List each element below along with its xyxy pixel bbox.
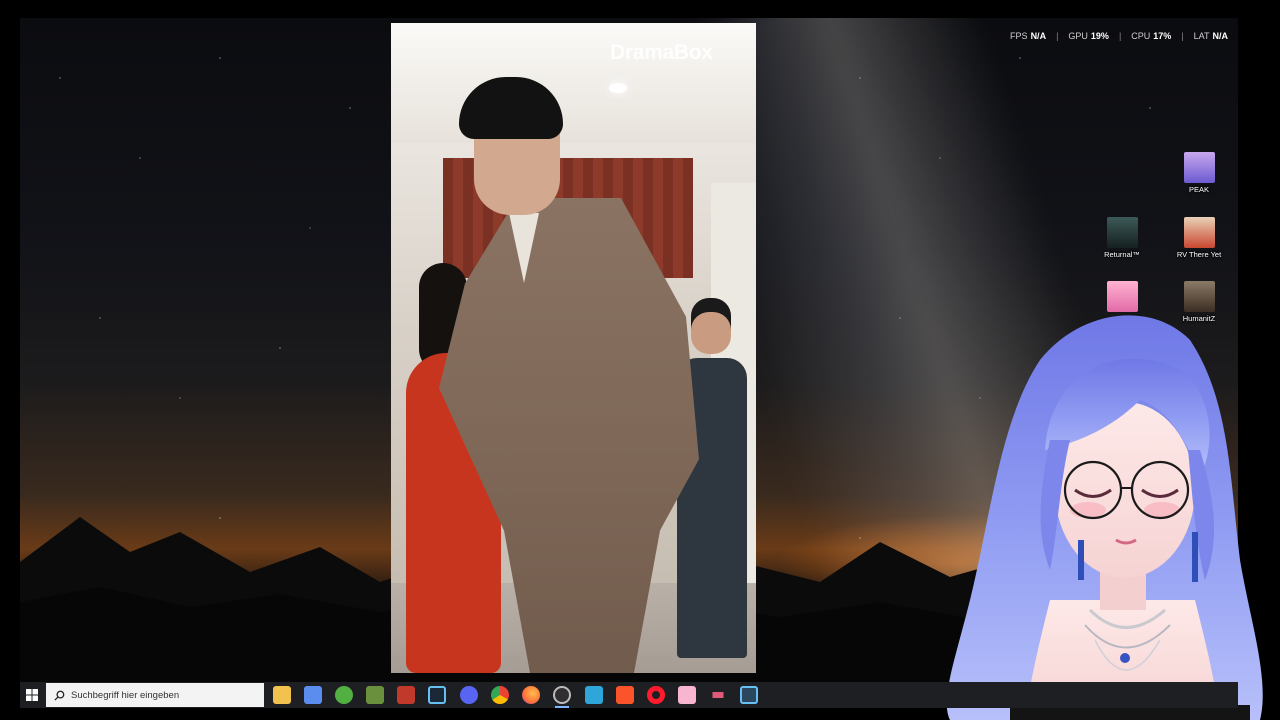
vtuber-avatar	[946, 315, 1263, 720]
fps-readout: FPS N/A	[1010, 31, 1047, 41]
minecraft-icon[interactable]	[366, 686, 384, 704]
obs-icon[interactable]	[553, 686, 571, 708]
performance-overlay: FPS N/A | GPU 19% | CPU 17% | LAT N/A	[1010, 31, 1228, 41]
taskbar: Suchbegriff hier eingeben	[20, 682, 1238, 708]
steam-alt-icon[interactable]	[740, 686, 758, 704]
returnal-game-icon	[1106, 217, 1138, 248]
taskbar-search-box[interactable]: Suchbegriff hier eingeben	[46, 683, 264, 707]
desktop-icon-returnal[interactable]: Returnal™	[1091, 217, 1153, 259]
steam-icon[interactable]	[428, 686, 446, 704]
tool-icon[interactable]	[585, 686, 603, 704]
file-explorer-icon[interactable]	[273, 686, 291, 704]
search-placeholder: Suchbegriff hier eingeben	[71, 689, 180, 701]
latency-readout: LAT N/A	[1193, 31, 1228, 41]
search-icon	[54, 690, 65, 701]
cpu-readout: CPU 17%	[1131, 31, 1172, 41]
brave-icon[interactable]	[616, 686, 634, 704]
firefox-icon[interactable]	[522, 686, 540, 704]
screen: DramaBox FPS N/A | GPU 19% | CPU 17% | LAT N…	[0, 0, 1280, 720]
discord-icon[interactable]	[460, 686, 478, 704]
opera-icon[interactable]	[647, 686, 665, 704]
start-button[interactable]	[20, 682, 44, 708]
game-launcher-icon[interactable]	[397, 686, 415, 704]
chrome-icon[interactable]	[491, 686, 509, 704]
gpu-readout: GPU 19%	[1068, 31, 1109, 41]
xbox-icon[interactable]	[335, 686, 353, 704]
store-icon[interactable]	[304, 686, 322, 704]
rv-there-yet-game-icon	[1183, 217, 1215, 248]
pen-tool-icon[interactable]	[709, 692, 727, 698]
pink-app-icon[interactable]	[678, 686, 696, 704]
peak-game-icon	[1183, 152, 1215, 183]
windows-logo-icon	[26, 689, 38, 701]
dramabox-watermark: DramaBox	[610, 41, 713, 64]
desktop-icon-rv-there-yet[interactable]: RV There Yet	[1168, 217, 1230, 259]
desktop-icon-peak[interactable]: PEAK	[1168, 152, 1230, 194]
video-player[interactable]: DramaBox	[391, 23, 756, 673]
